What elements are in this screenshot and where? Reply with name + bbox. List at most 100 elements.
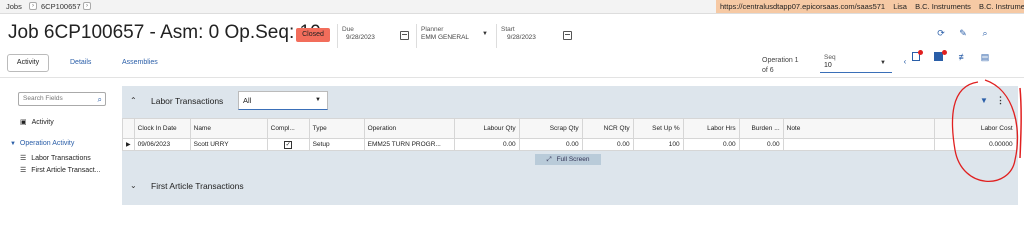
col-setup-pct[interactable]: Set Up % [632, 118, 684, 139]
col-type[interactable]: Type [308, 118, 365, 139]
top-bar: Jobs › 6CP100657 › https://centralusdtap… [0, 0, 1024, 14]
site-name: B.C. Instruments [979, 2, 1024, 11]
sidebar-item-activity[interactable]: ▣ Activity [20, 118, 54, 126]
clean-icon[interactable]: ✎ [958, 28, 968, 38]
cell-type[interactable]: Setup [308, 138, 365, 151]
panel-title: Labor Transactions [151, 96, 224, 106]
full-screen-button[interactable]: ⤢ Full Screen [535, 154, 601, 165]
cell-name[interactable]: Scott URRY [189, 138, 268, 151]
start-field: Start 9/28/2023 [501, 26, 536, 41]
start-label: Start [501, 26, 515, 33]
sidebar-item-operation-activity[interactable]: ▼ Operation Activity [10, 140, 74, 147]
cell-scrap-qty[interactable]: 0.00 [518, 138, 583, 151]
cell-ncr-qty[interactable]: 0.00 [581, 138, 634, 151]
operation-line2: of 6 [762, 67, 774, 74]
divider [337, 24, 338, 48]
search-placeholder: Search Fields [23, 95, 63, 102]
cell-burden[interactable]: 0.00 [738, 138, 784, 151]
cell-clock-in-date[interactable]: 09/06/2023 [133, 138, 191, 151]
operation-line1: Operation 1 [762, 57, 799, 64]
planner-label: Planner [421, 26, 444, 33]
cell-note[interactable] [782, 138, 935, 151]
breadcrumb-root[interactable]: Jobs [6, 2, 22, 11]
calendar-icon[interactable] [563, 31, 572, 40]
tab-activity[interactable]: Activity [7, 54, 49, 72]
cell-labor-cost[interactable]: 0.00000 [933, 138, 1017, 151]
sliders-icon[interactable]: ≢ [958, 52, 968, 62]
notification-dot [942, 50, 947, 55]
row-selector-header [122, 118, 135, 139]
col-scrap-qty[interactable]: Scrap Qty [518, 118, 583, 139]
user-name: Lisa [893, 2, 907, 11]
filter-select[interactable]: All ▼ [238, 91, 328, 110]
tab-assemblies[interactable]: Assemblies [122, 59, 158, 66]
divider [0, 77, 1024, 78]
row-pointer-icon[interactable]: ▶ [122, 138, 135, 151]
seq-select[interactable]: Seq 10 ▼ [820, 51, 892, 73]
chevron-down-icon[interactable]: ▼ [880, 60, 886, 66]
col-note[interactable]: Note [782, 118, 935, 139]
col-name[interactable]: Name [189, 118, 268, 139]
search-icon[interactable]: ⌕ [980, 28, 990, 38]
chevron-up-icon[interactable]: ⌃ [130, 96, 137, 105]
due-value: 9/28/2023 [346, 34, 375, 41]
breadcrumb-chevron-icon: › [29, 2, 37, 10]
expand-icon: ⤢ [546, 156, 552, 163]
col-operation[interactable]: Operation [363, 118, 455, 139]
sidebar-item-first-article[interactable]: ☰ First Article Transact... [20, 166, 100, 174]
filter-value: All [243, 96, 252, 105]
col-labour-qty[interactable]: Labour Qty [453, 118, 520, 139]
planner-value: EMM GENERAL [421, 34, 470, 41]
chevron-down-icon[interactable]: ⌄ [130, 181, 137, 190]
col-complete[interactable]: Compl... [266, 118, 310, 139]
breadcrumb-current[interactable]: 6CP100657 [41, 2, 81, 11]
sidebar-item-label: First Article Transact... [31, 167, 101, 174]
col-clock-in-date[interactable]: Clock In Date [133, 118, 191, 139]
planner-field[interactable]: Planner EMM GENERAL [421, 26, 469, 41]
company-name: B.C. Instruments [915, 2, 971, 11]
status-badge: Closed [296, 28, 330, 42]
first-article-panel-title[interactable]: First Article Transactions [151, 181, 244, 191]
labor-transactions-panel: ⌃ Labor Transactions All ▼ ▼ ⋮ Clock In … [122, 86, 1018, 205]
col-burden[interactable]: Burden ... [738, 118, 784, 139]
filter-icon[interactable]: ▼ [980, 96, 988, 105]
book-icon: ▣ [20, 119, 27, 126]
grid-header-row: Clock In Date Name Compl... Type Operati… [122, 118, 1017, 139]
page-title: Job 6CP100657 - Asm: 0 Op.Seq: 10 [8, 22, 321, 43]
checkbox-checked-icon[interactable]: ✓ [284, 140, 293, 149]
sidebar: Search Fields ⌕ ▣ Activity ▼ Operation A… [10, 86, 112, 205]
col-labor-cost[interactable]: Labor Cost [933, 118, 1017, 139]
table-row[interactable]: ▶ 09/06/2023 Scott URRY ✓ Setup EMM25 TU… [122, 138, 1017, 151]
labor-grid: Clock In Date Name Compl... Type Operati… [122, 118, 1017, 151]
chevron-left-icon[interactable]: ‹ [900, 57, 910, 67]
cell-operation[interactable]: EMM25 TURN PROGR... [363, 138, 455, 151]
cell-labor-hrs[interactable]: 0.00 [682, 138, 740, 151]
sidebar-item-label: Labor Transactions [31, 155, 91, 162]
col-labor-hrs[interactable]: Labor Hrs [682, 118, 740, 139]
notification-dot [918, 50, 923, 55]
sidebar-item-labor-transactions[interactable]: ☰ Labor Transactions [20, 154, 91, 162]
calendar-icon[interactable] [400, 31, 409, 40]
cell-setup-pct[interactable]: 100 [632, 138, 684, 151]
tab-details[interactable]: Details [70, 59, 91, 66]
divider [496, 24, 497, 48]
print-icon[interactable]: ▤ [980, 52, 990, 62]
due-field: Due 9/28/2023 [342, 26, 375, 41]
url-text[interactable]: https://centralusdtapp07.epicorsaas.com/… [720, 2, 885, 11]
browser-info-bar: https://centralusdtapp07.epicorsaas.com/… [716, 0, 1024, 13]
sidebar-item-label: Operation Activity [19, 140, 75, 147]
due-label: Due [342, 26, 354, 33]
cell-labour-qty[interactable]: 0.00 [453, 138, 520, 151]
operation-counter: Operation 1 of 6 [762, 56, 799, 76]
col-ncr-qty[interactable]: NCR Qty [581, 118, 634, 139]
refresh-icon[interactable]: ⟳ [936, 28, 946, 38]
divider [416, 24, 417, 48]
chevron-down-icon[interactable]: ▼ [482, 31, 488, 37]
breadcrumb-chevron-icon: › [83, 2, 91, 10]
search-icon[interactable]: ⌕ [98, 94, 102, 106]
search-fields-input[interactable]: Search Fields ⌕ [18, 92, 106, 106]
sidebar-item-label: Activity [31, 119, 54, 126]
cell-complete[interactable]: ✓ [266, 138, 310, 151]
more-vertical-icon[interactable]: ⋮ [996, 95, 1005, 106]
list-icon: ☰ [20, 167, 27, 174]
